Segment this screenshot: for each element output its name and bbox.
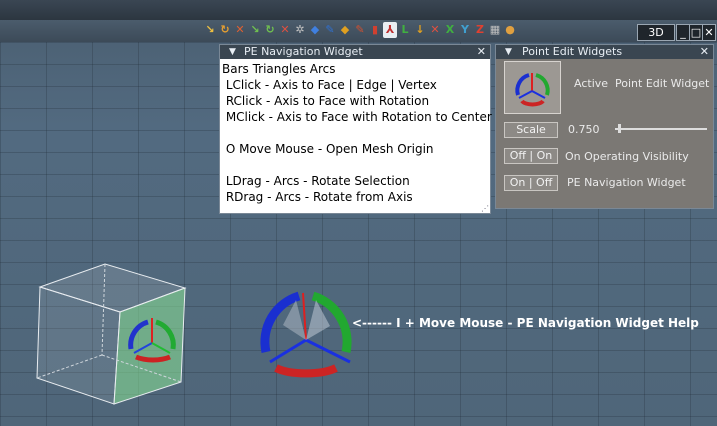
- large-nav-gizmo-icon[interactable]: [260, 291, 352, 378]
- nav-help-line: [222, 157, 490, 173]
- visibility-toggle-button[interactable]: Off | On: [504, 148, 558, 164]
- nav-widget-toggle-button[interactable]: On | Off: [504, 175, 558, 191]
- close-icon[interactable]: ✕: [700, 45, 709, 59]
- nav-widget-titlebar[interactable]: ▼ PE Navigation Widget ✕: [220, 45, 490, 59]
- cube-mesh[interactable]: [36, 263, 187, 405]
- nav-help-line: LClick - Axis to Face | Edge | Vertex: [222, 78, 437, 92]
- nav-help-line: [222, 125, 490, 141]
- nav-help-line: MClick - Axis to Face with Rotation to C…: [222, 110, 492, 124]
- nav-help-line: RClick - Axis to Face with Rotation: [222, 94, 430, 108]
- point-edit-title: Point Edit Widgets: [522, 45, 623, 58]
- nav-help-line: RDrag - Arcs - Rotate from Axis: [222, 190, 413, 204]
- point-edit-titlebar[interactable]: ▼ Point Edit Widgets ✕: [496, 45, 713, 59]
- help-hint-text: <------ I + Move Mouse - PE Navigation W…: [352, 316, 699, 330]
- scale-slider[interactable]: [615, 128, 707, 130]
- nav-widget-title: PE Navigation Widget: [244, 45, 363, 58]
- resize-grip-icon[interactable]: ⋰: [481, 204, 489, 213]
- nav-help-line: LDrag - Arcs - Rotate Selection: [222, 174, 410, 188]
- nav-widget-help-text: Bars Triangles Arcs LClick - Axis to Fac…: [220, 59, 492, 205]
- collapse-icon[interactable]: ▼: [229, 45, 236, 59]
- nav-widget-label: PE Navigation Widget: [567, 176, 686, 189]
- active-label: Active Point Edit Widget: [574, 77, 710, 90]
- nav-help-line: O Move Mouse - Open Mesh Origin: [222, 142, 434, 156]
- active-value: Point Edit Widget: [615, 77, 710, 90]
- active-widget-button[interactable]: [504, 61, 561, 114]
- nav-widget-icon: [515, 73, 550, 107]
- scale-button[interactable]: Scale: [504, 122, 558, 138]
- scale-slider-handle[interactable]: [617, 124, 621, 133]
- visibility-label: On Operating Visibility: [565, 150, 689, 163]
- collapse-icon[interactable]: ▼: [505, 45, 512, 59]
- nav-widget-panel: ▼ PE Navigation Widget ✕ Bars Triangles …: [219, 44, 492, 214]
- close-icon[interactable]: ✕: [477, 45, 486, 59]
- scale-value[interactable]: 0.750: [568, 123, 600, 136]
- nav-help-line: Bars Triangles Arcs: [222, 62, 336, 76]
